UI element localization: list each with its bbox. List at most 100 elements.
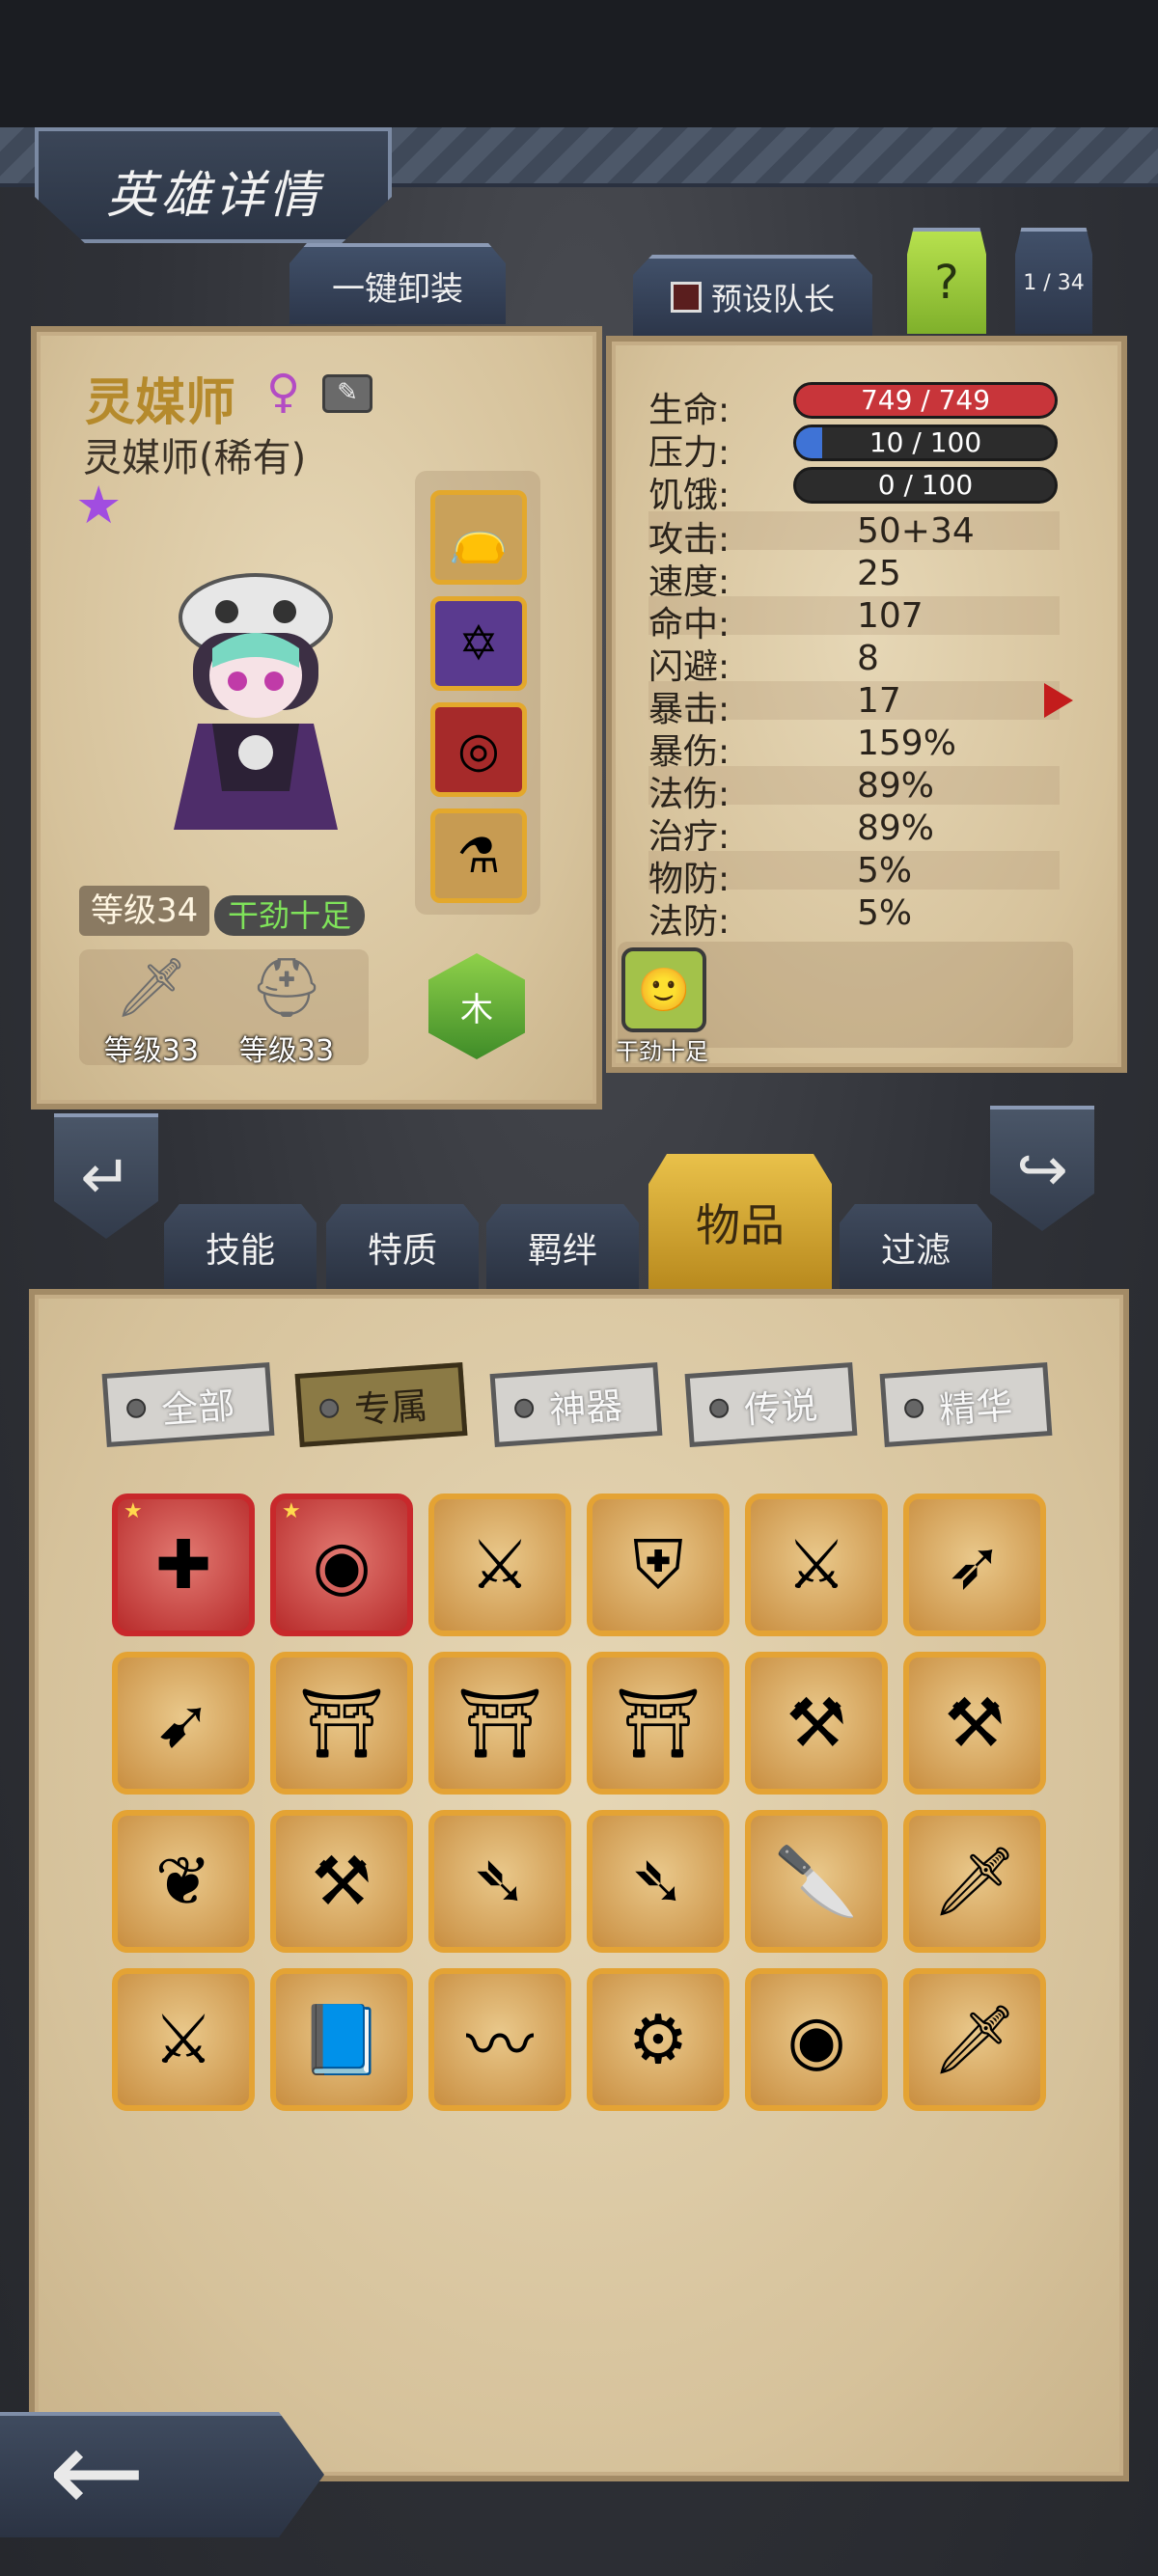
tab-items-label: 物品 [696, 1199, 785, 1251]
tab-filter[interactable]: 过滤 [840, 1204, 992, 1291]
stat-value: 159% [857, 724, 956, 763]
equipment-slots: 👝 ✡ ◎ ⚗ [415, 471, 540, 915]
potion-icon[interactable]: ⚗ [430, 808, 527, 903]
stat-value: 89% [857, 808, 935, 848]
robe-icon: ⛩ [615, 1683, 702, 1763]
stat-value: 8 [857, 639, 879, 678]
filter-exclusive[interactable]: 专属 [294, 1362, 468, 1447]
orb-icon: ◉ [312, 1525, 372, 1604]
hunger-value: 0 / 100 [877, 469, 974, 501]
page-title: 英雄详情 [106, 167, 323, 225]
item-cell[interactable]: ◉ ★ [270, 1494, 413, 1636]
help-label: ? [934, 256, 959, 310]
hero-portrait [174, 573, 338, 830]
fan-icon: ❦ [154, 1842, 212, 1921]
preset-leader-toggle[interactable]: 预设队长 [633, 255, 872, 336]
radio-icon [125, 1398, 147, 1419]
page-counter-label: 1 / 34 [1023, 270, 1085, 295]
spear-icon: ➴ [629, 1842, 687, 1921]
female-icon: ♀ [266, 365, 301, 419]
stress-bar: 10 / 100 [793, 425, 1058, 461]
expand-arrow-icon[interactable] [1044, 683, 1073, 718]
halberd-icon: ⚒ [311, 1842, 372, 1921]
item-cell[interactable]: 🔪 [745, 1810, 888, 1953]
edit-name-icon[interactable]: ✎ [322, 374, 372, 413]
weapon-slot[interactable]: 🗡 等级33 [89, 949, 214, 1068]
weapon-level: 等级33 [103, 1034, 200, 1068]
helmet-icon: ⛑ [249, 954, 324, 1022]
item-cell[interactable]: ⛩ [270, 1652, 413, 1795]
item-cell[interactable]: ➴ [587, 1810, 730, 1953]
armor-slot[interactable]: ⛑ 等级33 [224, 949, 349, 1068]
item-cell[interactable]: 🗡 [903, 1810, 1046, 1953]
bag-icon[interactable]: 👝 [430, 490, 527, 585]
item-cell[interactable]: ⚔ [745, 1494, 888, 1636]
item-cell[interactable]: 📘 [270, 1968, 413, 2111]
axe-icon: ⚒ [944, 1684, 1006, 1763]
hero-status: 干劲十足 [214, 895, 366, 936]
element-label: 木 [460, 990, 493, 1029]
bow-icon: ➶ [946, 1525, 1004, 1604]
daggers-icon: ⚔ [786, 1525, 847, 1604]
life-bar: 749 / 749 [793, 382, 1058, 419]
item-cell[interactable]: ⛨ [587, 1494, 730, 1636]
item-cell[interactable]: ⚔ [428, 1494, 571, 1636]
filter-artifact-label: 神器 [547, 1384, 624, 1432]
kris-icon: 〰 [466, 2005, 534, 2085]
tab-bonds-label: 羁绊 [527, 1231, 597, 1271]
spear-icon: ➴ [471, 1842, 529, 1921]
hunger-label: 饥饿: [648, 476, 731, 515]
radio-icon [318, 1398, 340, 1419]
item-cell[interactable]: ⚒ [903, 1652, 1046, 1795]
item-cell[interactable]: ◉ [745, 1968, 888, 2111]
favorite-star-icon: ★ [282, 1499, 301, 1523]
preset-leader-label: 预设队长 [710, 281, 835, 317]
item-cell[interactable]: ⚒ [270, 1810, 413, 1953]
item-cell[interactable]: ➹ [112, 1652, 255, 1795]
item-cell[interactable]: ⚔ [112, 1968, 255, 2111]
checkbox-icon[interactable] [670, 282, 702, 313]
robe-icon: ⛩ [456, 1683, 543, 1763]
stress-value: 10 / 100 [868, 426, 982, 458]
katana-icon: ⚔ [152, 2000, 214, 2079]
armor-level: 等级33 [238, 1034, 335, 1068]
sword-icon: 🗡 [931, 1841, 1018, 1921]
item-cell[interactable]: ⚒ [745, 1652, 888, 1795]
item-cell[interactable]: ⚙ [587, 1968, 730, 2111]
tab-skills[interactable]: 技能 [164, 1204, 317, 1291]
rarity-star-icon: ★ [75, 475, 123, 535]
life-value: 749 / 749 [860, 384, 991, 416]
item-cell[interactable]: ⛩ [428, 1652, 571, 1795]
item-cell[interactable]: ➶ [903, 1494, 1046, 1636]
ring-icon[interactable]: ◎ [430, 702, 527, 797]
back-button[interactable]: ← [0, 2412, 324, 2537]
help-button[interactable]: ? [907, 228, 986, 334]
item-cell[interactable]: 🗡 [903, 1968, 1046, 2111]
rune-icon[interactable]: ✡ [430, 596, 527, 691]
status-bar [0, 0, 1158, 127]
filter-essence[interactable]: 精华 [879, 1362, 1053, 1447]
tab-items[interactable]: 物品 [648, 1154, 832, 1291]
item-cell[interactable]: ⛩ [587, 1652, 730, 1795]
tab-bonds[interactable]: 羁绊 [486, 1204, 639, 1291]
item-cell[interactable]: ✚ ★ [112, 1494, 255, 1636]
sword-icon: 🗡 [931, 1999, 1018, 2079]
hero-name: 灵媒师 [85, 374, 236, 432]
stat-value: 107 [857, 596, 924, 636]
filter-all[interactable]: 全部 [101, 1362, 275, 1447]
filter-legendary[interactable]: 传说 [684, 1362, 858, 1447]
tab-traits[interactable]: 特质 [326, 1204, 479, 1291]
filter-artifact[interactable]: 神器 [489, 1362, 663, 1447]
robe-icon: ⛩ [298, 1683, 385, 1763]
stat-value: 89% [857, 766, 935, 806]
stat-value: 5% [857, 851, 913, 891]
trait-icon[interactable]: 🙂 [621, 947, 706, 1032]
hunger-bar: 0 / 100 [793, 467, 1058, 504]
back-arrow-icon: ← [48, 2405, 146, 2539]
unequip-all-button[interactable]: 一键卸装 [290, 243, 506, 324]
item-cell[interactable]: ❦ [112, 1810, 255, 1953]
page-counter: 1 / 34 [1015, 228, 1092, 334]
item-cell[interactable]: 〰 [428, 1968, 571, 2111]
item-cell[interactable]: ➴ [428, 1810, 571, 1953]
stat-value: 50+34 [857, 511, 975, 551]
